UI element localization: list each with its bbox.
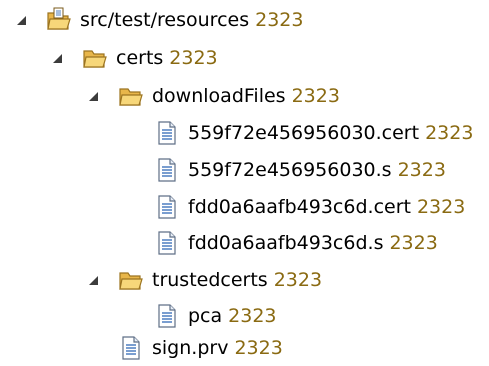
tree-node-src-test-resources[interactable]: src/test/resources 2323: [14, 2, 303, 38]
file-icon: [118, 335, 144, 361]
tree-node-file[interactable]: 559f72e456956030.s 2323: [154, 152, 446, 188]
node-label: fdd0a6aafb493c6d.cert: [188, 196, 411, 218]
node-label: sign.prv: [152, 337, 229, 359]
file-icon: [154, 157, 180, 183]
node-label: downloadFiles: [152, 85, 286, 107]
tree-node-trustedcerts[interactable]: trustedcerts 2323: [86, 262, 322, 298]
node-label: pca: [188, 305, 223, 327]
file-icon: [154, 303, 180, 329]
tree-node-file[interactable]: sign.prv 2323: [118, 330, 283, 366]
node-label: trustedcerts: [152, 269, 268, 291]
expand-twisty-icon[interactable]: [50, 51, 64, 65]
tree-node-file[interactable]: pca 2323: [154, 298, 277, 334]
node-label: fdd0a6aafb493c6d.s: [188, 232, 384, 254]
tree-node-file[interactable]: fdd0a6aafb493c6d.cert 2323: [154, 189, 465, 225]
node-label: 559f72e456956030.s: [188, 159, 392, 181]
revision-number: 2323: [228, 305, 277, 327]
expand-twisty-icon[interactable]: [86, 273, 100, 287]
expand-twisty-icon[interactable]: [86, 89, 100, 103]
revision-number: 2323: [234, 337, 283, 359]
revision-number: 2323: [397, 159, 446, 181]
file-icon: [154, 230, 180, 256]
project-tree: src/test/resources 2323 certs 2323 downl…: [0, 0, 489, 362]
tree-node-file[interactable]: 559f72e456956030.cert 2323: [154, 115, 473, 151]
folder-icon: [118, 267, 144, 293]
revision-number: 2323: [389, 232, 438, 254]
revision-number: 2323: [425, 122, 474, 144]
tree-node-file[interactable]: fdd0a6aafb493c6d.s 2323: [154, 225, 438, 261]
revision-number: 2323: [169, 47, 218, 69]
revision-number: 2323: [255, 9, 304, 31]
revision-number: 2323: [291, 85, 340, 107]
file-icon: [154, 194, 180, 220]
expand-twisty-icon[interactable]: [14, 13, 28, 27]
folder-icon: [118, 83, 144, 109]
node-label: 559f72e456956030.cert: [188, 122, 420, 144]
node-label: src/test/resources: [80, 9, 250, 31]
folder-icon: [82, 45, 108, 71]
tree-node-downloadfiles[interactable]: downloadFiles 2323: [86, 78, 340, 114]
source-folder-icon: [46, 7, 72, 33]
revision-number: 2323: [416, 196, 466, 218]
node-label: certs: [116, 47, 164, 69]
file-icon: [154, 120, 180, 146]
revision-number: 2323: [273, 269, 323, 291]
tree-node-certs[interactable]: certs 2323: [50, 40, 218, 76]
